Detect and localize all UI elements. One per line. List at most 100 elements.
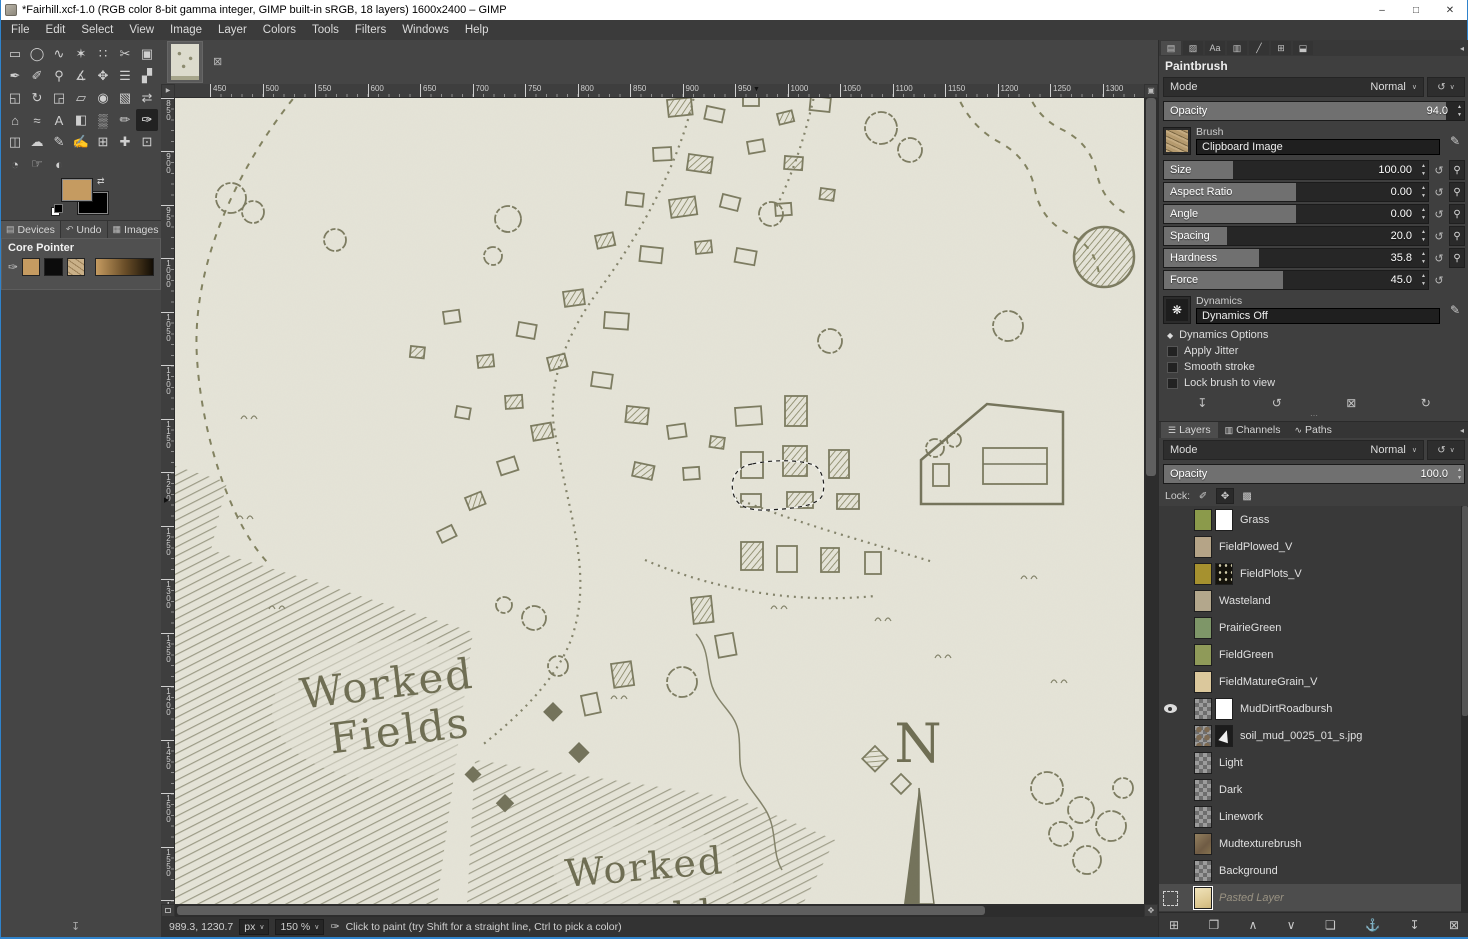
menu-colors[interactable]: Colors [255,20,304,40]
slider-track[interactable]: Force 45.0 ▲ ▼ [1163,270,1429,290]
scale-tool[interactable]: ◲ [48,87,70,109]
airbrush-tool[interactable]: ☁ [26,131,48,153]
perspective-clone-tool[interactable]: ⊡ [136,131,158,153]
duplicate-layer-button[interactable]: ❏ [1325,918,1336,932]
layer-row-background[interactable]: Background [1159,857,1461,884]
opacity-slider[interactable]: Opacity 94.0 ▲ ▼ [1163,101,1465,121]
layer-row-linework[interactable]: Linework [1159,803,1461,830]
lock-brush-to-view-checkbox[interactable]: ◆ Lock brush to view [1159,375,1468,391]
paint-mode-dropdown[interactable]: Mode Normal ∨ [1163,77,1424,97]
spin-buttons[interactable]: ▲ ▼ [1457,466,1462,482]
visibility-toggle[interactable] [1159,776,1181,803]
cage-transform-tool[interactable]: ⌂ [4,109,26,131]
device-brush-swatch[interactable] [66,258,86,276]
menu-tools[interactable]: Tools [304,20,347,40]
slider-track[interactable]: Hardness 35.8 ▲ ▼ [1163,248,1429,268]
handle-transform-tool[interactable]: ◉ [92,87,114,109]
layer-row-dark[interactable]: Dark [1159,776,1461,803]
layer-row-mudtexturebrush[interactable]: Mudtexturebrush [1159,830,1461,857]
free-select-tool[interactable]: ∿ [48,43,70,65]
reset-icon[interactable]: ↺ [1432,274,1446,287]
layer-list-scrollbar-thumb[interactable] [1462,506,1468,716]
visibility-toggle[interactable] [1159,884,1181,911]
spin-buttons[interactable]: ▲ ▼ [1421,250,1426,266]
select-by-color-tool[interactable]: ∷ [92,43,114,65]
spacing-slider[interactable]: Spacing 20.0 ▲ ▼ ↺ ⚲ [1163,226,1465,246]
zoom-dropdown[interactable]: 150 % ∨ [275,918,325,935]
tab-devices[interactable]: ▤ Devices [1,221,61,238]
swap-colors-icon[interactable]: ⇄ [97,176,105,187]
menu-help[interactable]: Help [457,20,497,40]
panel-menu-icon[interactable]: ◂ [1455,40,1468,56]
visibility-toggle[interactable] [1159,830,1181,857]
menu-select[interactable]: Select [73,20,121,40]
visibility-toggle[interactable] [1159,803,1181,830]
vertical-ruler[interactable]: 850 900 950 1000 1050 1100 1150 1200 1250 1300 135… [161,97,175,904]
menu-layer[interactable]: Layer [210,20,255,40]
visibility-toggle[interactable] [1159,749,1181,776]
new-layer-button[interactable]: ⊞ [1169,918,1179,932]
menu-filters[interactable]: Filters [347,20,394,40]
pencil-tool[interactable]: ✏ [114,109,136,131]
anchor-layer-button[interactable]: ⚓ [1365,918,1380,932]
layer-row-fieldgreen[interactable]: FieldGreen [1159,641,1461,668]
visibility-toggle[interactable] [1159,587,1181,614]
heal-tool[interactable]: ✚ [114,131,136,153]
layer-mode-history-button[interactable]: ↺ ∨ [1427,440,1465,460]
layer-opacity-slider[interactable]: Opacity 100.0 ▲ ▼ [1163,464,1465,484]
visibility-toggle[interactable] [1159,641,1181,668]
lock-alpha-toggle[interactable]: ▩ [1238,488,1256,504]
spin-buttons[interactable]: ▲ ▼ [1421,184,1426,200]
zoom-follow-window-button[interactable]: ▣ [1144,83,1158,98]
save-tool-preset-button[interactable]: ↧ [1197,396,1207,410]
lower-layer-button[interactable]: ∨ [1287,918,1296,932]
device-bg-swatch[interactable] [44,258,63,276]
image-tab-close-icon[interactable]: ⊠ [213,55,222,68]
visibility-toggle[interactable] [1159,911,1181,912]
spin-buttons[interactable]: ▲ ▼ [1421,272,1426,288]
quick-mask-toggle[interactable] [161,903,175,917]
paths-tool[interactable]: ✒ [4,65,26,87]
apply-jitter-checkbox[interactable]: ◆ Apply Jitter [1159,343,1468,359]
default-colors-icon[interactable] [51,204,63,216]
device-fg-swatch[interactable] [22,258,41,276]
visibility-toggle[interactable] [1159,695,1181,722]
horizontal-ruler[interactable]: 450 500 550 600 650 700 750 800 850 900 950 1000 105… [175,83,1144,98]
reset-icon[interactable]: ↺ [1432,252,1446,265]
aspect-ratio-slider[interactable]: Aspect Ratio 0.00 ▲ ▼ ↺ ⚲ [1163,182,1465,202]
align-tool[interactable]: ☰ [114,65,136,87]
layer-mode-dropdown[interactable]: Mode Normal ∨ [1163,440,1424,460]
hardness-slider[interactable]: Hardness 35.8 ▲ ▼ ↺ ⚲ [1163,248,1465,268]
spin-buttons[interactable]: ▲ ▼ [1421,162,1426,178]
spin-buttons[interactable]: ▲ ▼ [1421,206,1426,222]
layer-row-light[interactable]: Light [1159,749,1461,776]
slider-track[interactable]: Aspect Ratio 0.00 ▲ ▼ [1163,182,1429,202]
dynamics-options-expander[interactable]: ◆ Dynamics Options [1159,327,1468,343]
foreground-select-tool[interactable]: ▣ [136,43,158,65]
new-layer-group-button[interactable]: ❐ [1208,918,1219,932]
checkbox[interactable] [1167,345,1178,357]
canvas-viewport[interactable]: Worked Fields Worked Fields N [175,87,1144,939]
spin-buttons[interactable]: ▲ ▼ [1457,103,1462,119]
reset-icon[interactable]: ↺ [1432,164,1446,177]
warp-transform-tool[interactable]: ≈ [26,109,48,131]
bucket-fill-tool[interactable]: ◧ [70,109,92,131]
tab-undo[interactable]: ↶ Undo [60,221,108,238]
link-to-dynamics-icon[interactable]: ⚲ [1449,160,1465,180]
image-tab[interactable] [167,40,203,83]
scissors-select-tool[interactable]: ✂ [114,43,136,65]
tab-document[interactable]: ▤ [1161,41,1181,55]
zoom-tool[interactable]: ⚲ [48,65,70,87]
visibility-toggle[interactable] [1159,668,1181,695]
navigation-button[interactable]: ✥ [1144,903,1158,917]
brush-thumbnail[interactable] [1163,126,1191,155]
checkbox[interactable] [1167,361,1178,373]
layer-row-fieldplowed[interactable]: FieldPlowed_V [1159,533,1461,560]
ellipse-select-tool[interactable]: ◯ [26,43,48,65]
crop-tool[interactable]: ▞ [136,65,158,87]
map-canvas[interactable]: Worked Fields Worked Fields N [175,87,1144,939]
smudge-tool[interactable]: ☞ [26,153,48,175]
layer-row-pasted[interactable]: Pasted Layer [1159,884,1461,911]
mode-history-button[interactable]: ↺ ∨ [1427,77,1465,97]
unified-transform-tool[interactable]: ◱ [4,87,26,109]
